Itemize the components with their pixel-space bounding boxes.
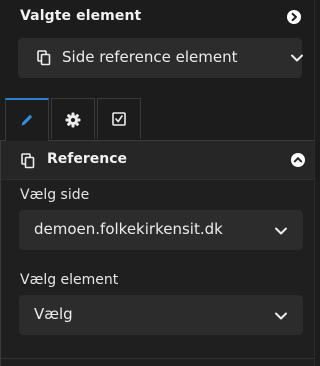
reference-section: Reference Vælg side demoen.folkekirkensi… [0, 141, 314, 366]
checkbox-icon [112, 112, 126, 126]
gear-icon [65, 112, 81, 128]
tab-bar [0, 98, 314, 141]
element-field-label: Vælg element [20, 272, 119, 288]
page-dropdown-value: demoen.folkekirkensit.dk [34, 220, 223, 238]
tab-settings[interactable] [51, 98, 95, 139]
tab-edit[interactable] [5, 98, 49, 141]
section-header[interactable]: Reference [1, 141, 314, 180]
chevron-down-icon [275, 312, 287, 320]
properties-panel: Valgte element Side reference element Re… [0, 0, 315, 366]
divider [1, 358, 314, 359]
pencil-icon [21, 114, 33, 126]
element-dropdown-value: Vælg [34, 305, 73, 323]
selected-element-dropdown[interactable]: Side reference element [18, 38, 303, 78]
chevron-down-icon [291, 54, 303, 62]
tab-validation[interactable] [97, 98, 141, 139]
copy-document-icon [21, 153, 35, 173]
panel-title: Valgte element [20, 8, 142, 24]
selected-element-value: Side reference element [62, 48, 238, 66]
element-dropdown[interactable]: Vælg [19, 295, 303, 335]
panel-header: Valgte element [0, 0, 314, 36]
copy-document-icon [37, 50, 51, 70]
chevron-up-circle-icon[interactable] [291, 153, 305, 167]
page-field-label: Vælg side [20, 187, 90, 203]
chevron-down-icon [275, 227, 287, 235]
chevron-right-circle-icon[interactable] [287, 10, 301, 24]
section-title: Reference [47, 151, 128, 167]
page-dropdown[interactable]: demoen.folkekirkensit.dk [19, 210, 303, 250]
